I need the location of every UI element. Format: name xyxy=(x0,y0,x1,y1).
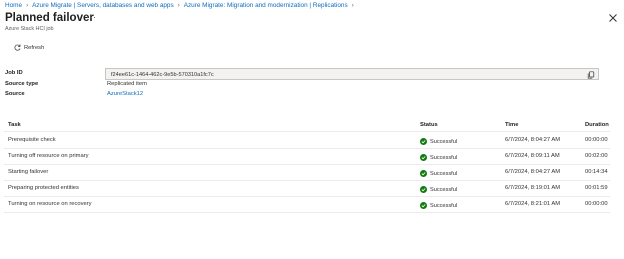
status-label: Successful xyxy=(430,170,458,177)
task-cell: Preparing protected entities xyxy=(8,185,79,191)
job-id-field[interactable]: f24ee61c-1464-462c-9e5b-570310a1fc7c xyxy=(105,68,599,80)
duration-cell: 00:00:00 xyxy=(585,201,608,207)
row-divider xyxy=(4,164,610,165)
duration-cell: 00:02:00 xyxy=(585,153,608,159)
row-divider xyxy=(4,196,610,197)
time-cell: 6/7/2024, 8:19:01 AM xyxy=(505,185,561,191)
chevron-right-icon: › xyxy=(351,2,354,9)
task-cell: Turning on resource on recovery xyxy=(8,201,92,207)
chevron-right-icon: › xyxy=(177,2,180,9)
chevron-right-icon: › xyxy=(26,2,29,9)
more-options-button[interactable]: ··· xyxy=(86,12,97,22)
header-divider xyxy=(4,131,610,132)
column-header-task[interactable]: Task xyxy=(8,122,21,128)
column-header-status[interactable]: Status xyxy=(420,122,438,128)
job-id-value: f24ee61c-1464-462c-9e5b-570310a1fc7c xyxy=(111,71,214,78)
success-check-icon xyxy=(420,202,427,209)
status-cell: Successful xyxy=(420,202,457,209)
copy-icon[interactable] xyxy=(587,71,595,79)
refresh-icon xyxy=(14,44,21,51)
job-id-label: Job ID xyxy=(5,70,23,76)
time-cell: 6/7/2024, 8:21:01 AM xyxy=(505,201,561,207)
task-cell: Starting failover xyxy=(8,169,49,175)
task-cell: Prerequisite check xyxy=(8,137,56,143)
source-type-label: Source type xyxy=(5,81,39,87)
refresh-label: Refresh xyxy=(24,44,45,51)
success-check-icon xyxy=(420,186,427,193)
duration-cell: 00:00:00 xyxy=(585,137,608,143)
breadcrumb: Home › Azure Migrate | Servers, database… xyxy=(5,2,358,9)
row-divider xyxy=(4,148,610,149)
status-label: Successful xyxy=(430,186,458,193)
duration-cell: 00:01:59 xyxy=(585,185,608,191)
source-link[interactable]: AzureStack12 xyxy=(107,91,143,97)
task-cell: Turning off resource on primary xyxy=(8,153,89,159)
time-cell: 6/7/2024, 8:04:27 AM xyxy=(505,137,561,143)
source-type-value: Replicated item xyxy=(107,81,147,87)
time-cell: 6/7/2024, 8:04:27 AM xyxy=(505,169,561,175)
close-icon[interactable] xyxy=(608,13,618,23)
status-label: Successful xyxy=(430,154,458,161)
page-subtitle: Azure Stack HCI job xyxy=(5,26,54,32)
status-label: Successful xyxy=(430,202,458,209)
success-check-icon xyxy=(420,154,427,161)
status-cell: Successful xyxy=(420,170,457,177)
status-label: Successful xyxy=(430,138,458,145)
status-cell: Successful xyxy=(420,138,457,145)
breadcrumb-home[interactable]: Home xyxy=(5,2,22,9)
status-cell: Successful xyxy=(420,186,457,193)
time-cell: 6/7/2024, 8:09:11 AM xyxy=(505,153,560,159)
duration-cell: 00:14:34 xyxy=(585,169,608,175)
column-header-time[interactable]: Time xyxy=(505,122,518,128)
status-cell: Successful xyxy=(420,154,457,161)
row-divider xyxy=(4,180,610,181)
column-header-duration[interactable]: Duration xyxy=(585,122,609,128)
refresh-button[interactable]: Refresh xyxy=(14,44,44,51)
breadcrumb-replications[interactable]: Azure Migrate: Migration and modernizati… xyxy=(184,2,348,9)
breadcrumb-azure-migrate[interactable]: Azure Migrate | Servers, databases and w… xyxy=(32,2,174,9)
page-title: Planned failover xyxy=(5,12,94,24)
success-check-icon xyxy=(420,170,427,177)
row-divider xyxy=(4,212,610,213)
success-check-icon xyxy=(420,138,427,145)
source-label: Source xyxy=(5,91,25,97)
